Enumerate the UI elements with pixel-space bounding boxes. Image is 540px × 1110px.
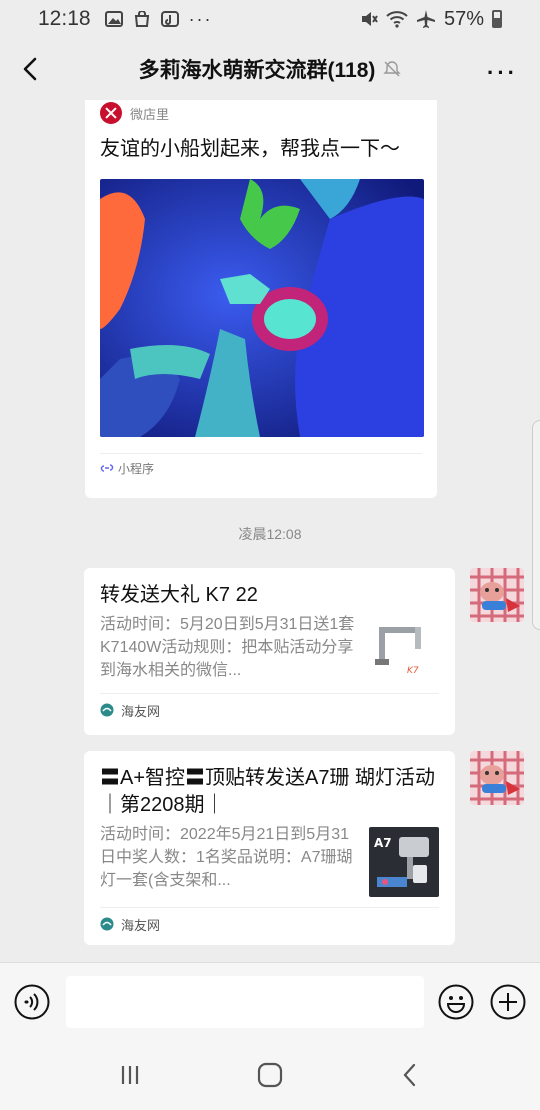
mini-program-source-name: 微店里 — [130, 106, 170, 122]
haiyou-logo-icon — [100, 703, 114, 717]
link-thumbnail: A7 — [369, 827, 439, 897]
haiyou-logo-icon — [100, 917, 114, 931]
mini-program-icon — [100, 464, 114, 472]
link-footer: 海友网 — [100, 908, 439, 940]
battery-icon — [492, 10, 502, 28]
input-bar — [0, 962, 540, 1040]
sender-avatar[interactable] — [470, 568, 524, 622]
mini-program-text: 友谊的小船划起来，帮我点一下～ — [100, 138, 400, 160]
mini-program-footer: 小程序 — [100, 454, 422, 482]
more-options-button[interactable]: ··· — [487, 60, 518, 86]
link-description: 活动时间：2022年5月21日到5月31日中奖人数：1名奖品说明：A7珊瑚灯一套… — [100, 826, 353, 889]
airplane-icon — [416, 10, 435, 28]
link-title: 转发送大礼 K7 22 — [100, 584, 258, 606]
more-dots-icon: ··· — [188, 8, 213, 29]
chat-header: 多莉海水萌新交流群(118) ··· — [0, 38, 540, 100]
weidian-logo-icon — [100, 102, 122, 124]
link-card[interactable]: 转发送大礼 K7 22 活动时间：5月20日到5月31日送1套K7140W活动规… — [84, 568, 455, 735]
sender-avatar[interactable] — [470, 751, 524, 805]
battery-percent: 57% — [443, 7, 484, 30]
link-title: 〓A+智控〓顶贴转发送A7珊 瑚灯活动｜第2208期｜ — [100, 767, 436, 816]
mini-program-source: 微店里 — [100, 100, 422, 128]
link-footer: 海友网 — [100, 694, 439, 726]
link-source: 海友网 — [121, 703, 161, 719]
plus-icon[interactable] — [490, 984, 526, 1020]
link-description: 活动时间：5月20日到5月31日送1套K7140W活动规则：把本贴活动分享到海水… — [100, 616, 355, 679]
link-thumbnail: K7 — [369, 613, 439, 683]
voice-input-icon[interactable] — [14, 984, 50, 1020]
coral-photo[interactable] — [100, 179, 424, 437]
mute-bell-icon — [383, 61, 402, 77]
recent-apps-icon[interactable] — [115, 1060, 145, 1090]
image-icon — [104, 11, 123, 27]
tiktok-icon — [160, 11, 179, 27]
status-bar: 12:18 ··· 57% — [0, 0, 540, 38]
back-arrow-icon[interactable] — [16, 54, 46, 84]
mini-program-label: 小程序 — [118, 461, 155, 476]
thumb-label: A7 — [374, 836, 392, 850]
mini-program-card[interactable]: 微店里 友谊的小船划起来，帮我点一下～ 小程序 — [85, 100, 437, 498]
link-card[interactable]: 〓A+智控〓顶贴转发送A7珊 瑚灯活动｜第2208期｜ 活动时间：2022年5月… — [84, 751, 455, 945]
status-time: 12:18 — [38, 7, 91, 30]
emoji-icon[interactable] — [438, 984, 474, 1020]
chat-title[interactable]: 多莉海水萌新交流群(118) — [139, 54, 376, 84]
message-input[interactable] — [66, 975, 424, 1028]
message-timestamp: 凌晨12:08 — [238, 526, 302, 542]
back-icon[interactable] — [395, 1060, 425, 1090]
shopping-bag-icon — [134, 11, 149, 27]
link-source: 海友网 — [121, 917, 161, 933]
wifi-icon — [386, 11, 408, 28]
chat-area[interactable]: 微店里 友谊的小船划起来，帮我点一下～ 小程序 凌晨12:08 转发送大礼 K7… — [0, 100, 540, 962]
mute-icon — [361, 12, 378, 26]
home-icon[interactable] — [255, 1060, 285, 1090]
svg-text:K7: K7 — [407, 666, 419, 676]
side-scroll-handle[interactable] — [532, 420, 540, 630]
system-nav-bar — [0, 1040, 540, 1110]
